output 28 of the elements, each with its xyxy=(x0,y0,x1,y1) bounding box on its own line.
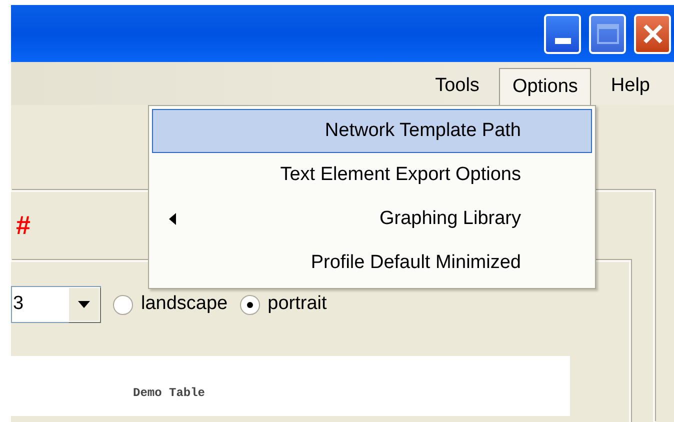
menu-option[interactable]: Network Template Path xyxy=(152,109,592,153)
menu-option[interactable]: Profile Default Minimized xyxy=(152,241,592,285)
option-label: Graphing Library xyxy=(379,206,521,231)
radio-button[interactable] xyxy=(113,294,133,314)
option-label: Text Element Export Options xyxy=(280,162,521,187)
option-label: Network Template Path xyxy=(324,118,521,143)
close-button[interactable] xyxy=(634,14,671,54)
radio-label: portrait xyxy=(268,292,327,316)
menu-item[interactable]: Tools xyxy=(423,68,492,105)
close-icon xyxy=(642,22,664,44)
minimize-button[interactable] xyxy=(544,14,581,54)
radio-button[interactable] xyxy=(240,294,260,314)
maximize-button[interactable] xyxy=(589,14,626,54)
radio-label: landscape xyxy=(141,292,228,316)
size-combo[interactable]: 3 xyxy=(11,286,101,323)
dropdown-button[interactable] xyxy=(68,287,100,322)
marker-symbol: # xyxy=(16,212,30,238)
minimize-icon xyxy=(554,38,570,44)
option-label: Profile Default Minimized xyxy=(310,250,521,275)
menu-item[interactable]: Options xyxy=(499,68,591,105)
menu-option[interactable]: Text Element Export Options xyxy=(152,153,592,197)
menu-option[interactable]: Graphing Library xyxy=(152,197,592,241)
combo-value: 3 xyxy=(12,292,24,316)
submenu-arrow-icon xyxy=(169,213,176,225)
maximize-icon xyxy=(596,24,618,44)
menu-item[interactable]: Help xyxy=(598,68,662,105)
preview-title: Demo Table xyxy=(133,386,206,400)
caret-icon xyxy=(78,301,90,308)
